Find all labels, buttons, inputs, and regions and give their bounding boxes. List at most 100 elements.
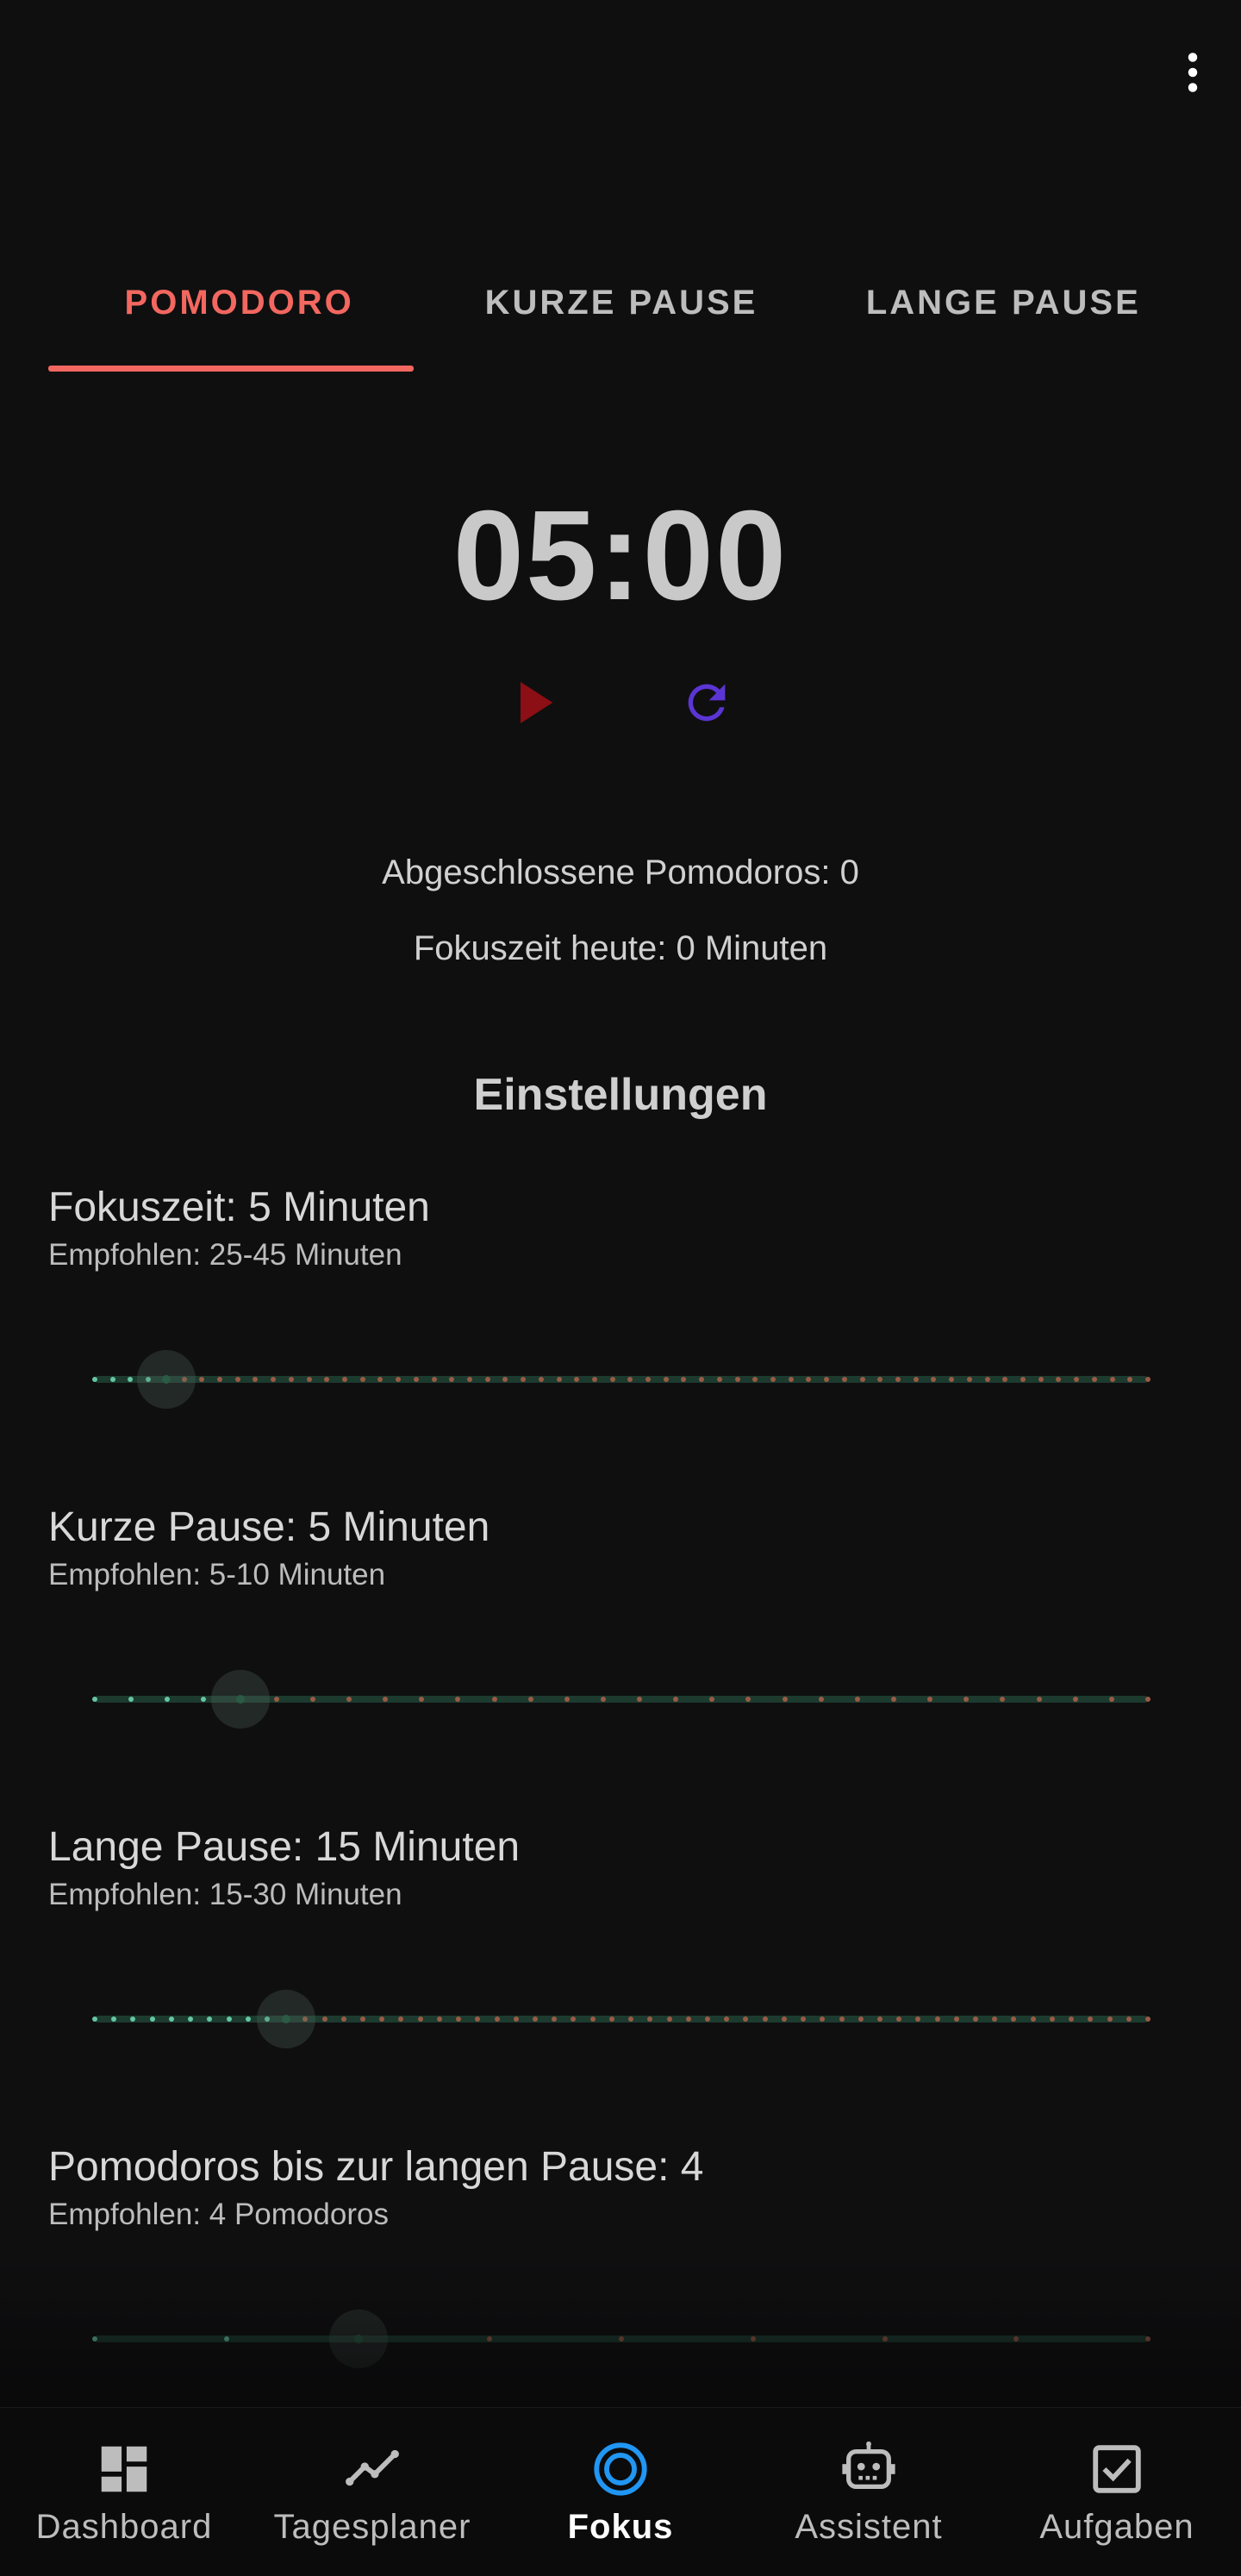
slider-tick	[1109, 1377, 1115, 1382]
slider-tick	[165, 1697, 171, 1702]
trend-line-icon	[346, 2449, 399, 2486]
slider-ticks	[92, 1345, 1151, 1414]
start-button[interactable]	[496, 668, 573, 737]
slider-tick	[704, 2016, 710, 2022]
slider-tick	[271, 1377, 277, 1382]
refresh-icon	[688, 684, 726, 722]
slider-tick	[685, 2016, 691, 2022]
slider-tick	[1074, 1377, 1080, 1382]
focus-today-text: Fokuszeit heute: 0 Minuten	[413, 929, 828, 967]
slider-tick	[877, 1377, 883, 1382]
slider-tick	[431, 1377, 437, 1382]
slider-tick	[931, 1377, 937, 1382]
slider-tick	[1036, 1697, 1042, 1702]
more-options-button[interactable]	[1151, 31, 1234, 114]
pomodoros-count-slider[interactable]	[92, 2304, 1151, 2373]
slider-thumb[interactable]	[257, 1990, 316, 2048]
slider-tick	[1107, 2016, 1113, 2022]
app-root: POMODORO KURZE PAUSE LANGE PAUSE 05:00 A…	[0, 0, 1241, 2576]
slider-tick	[1020, 1377, 1026, 1382]
slider-tick	[724, 2016, 730, 2022]
slider-tick	[273, 1697, 279, 1702]
slider-thumb[interactable]	[328, 2310, 388, 2368]
setting-label: Kurze Pause: 5 Minuten	[48, 1504, 490, 1550]
slider-tick	[574, 1377, 580, 1382]
slider-tick	[494, 2016, 500, 2022]
setting-label: Pomodoros bis zur langen Pause: 4	[48, 2144, 704, 2190]
slider-tick	[1011, 2016, 1017, 2022]
slider-tick	[673, 1697, 679, 1702]
nav-label: Dashboard	[35, 2508, 213, 2546]
slider-tick	[854, 1697, 860, 1702]
slider-tick	[782, 1697, 788, 1702]
slider-tick	[857, 2016, 864, 2022]
slider-tick	[666, 2016, 672, 2022]
slider-tick	[1038, 1377, 1044, 1382]
slider-thumb[interactable]	[136, 1350, 196, 1409]
short-break-slider[interactable]	[92, 1665, 1151, 1734]
slider-tick	[591, 1377, 597, 1382]
setting-hint: Empfohlen: 5-10 Minuten	[48, 1558, 386, 1591]
slider-tick	[1145, 2336, 1151, 2342]
slider-tick	[992, 2016, 998, 2022]
tab-short-break[interactable]: KURZE PAUSE	[430, 233, 812, 372]
dashboard-icon	[101, 2446, 147, 2492]
slider-tick	[770, 1377, 776, 1382]
nav-item-assistent[interactable]: Assistent	[745, 2408, 993, 2576]
focus-time-slider[interactable]	[92, 1345, 1151, 1414]
slider-ticks	[92, 2304, 1151, 2373]
nav-item-dashboard[interactable]: Dashboard	[0, 2408, 248, 2576]
slider-tick	[1013, 2336, 1020, 2342]
setting-pomodoros-until-long-break: Pomodoros bis zur langen Pause: 4 Empfoh…	[48, 2143, 1194, 2232]
slider-tick	[709, 1697, 715, 1702]
slider-tick	[589, 2016, 596, 2022]
tab-pomodoro[interactable]: POMODORO	[48, 233, 430, 372]
setting-label: Lange Pause: 15 Minuten	[48, 1824, 521, 1870]
slider-tick	[1145, 1697, 1151, 1702]
slider-tick	[647, 2016, 653, 2022]
slider-tick	[419, 1697, 425, 1702]
long-break-slider[interactable]	[92, 1985, 1151, 2054]
tab-long-break[interactable]: LANGE PAUSE	[813, 233, 1194, 372]
reset-button[interactable]	[668, 668, 745, 737]
nav-item-aufgaben[interactable]: Aufgaben	[993, 2408, 1241, 2576]
timer-display: 05:00	[452, 485, 789, 627]
slider-tick	[895, 1377, 901, 1382]
slider-thumb[interactable]	[210, 1670, 270, 1729]
play-icon	[521, 682, 553, 723]
slider-tick	[743, 2016, 749, 2022]
slider-tick	[128, 1377, 134, 1382]
slider-tick	[253, 1377, 259, 1382]
slider-tick	[360, 2016, 366, 2022]
slider-tick	[321, 2016, 327, 2022]
slider-tick	[527, 1697, 533, 1702]
slider-tick	[413, 1377, 419, 1382]
slider-tick	[449, 1377, 455, 1382]
slider-tick	[1127, 1377, 1133, 1382]
slider-tick	[223, 2336, 229, 2342]
slider-tick	[788, 1377, 794, 1382]
setting-hint: Empfohlen: 4 Pomodoros	[48, 2198, 389, 2231]
slider-tick	[1072, 1697, 1078, 1702]
slider-tick	[1088, 2016, 1094, 2022]
slider-tick	[216, 1377, 222, 1382]
slider-tick	[130, 2016, 136, 2022]
slider-tick	[487, 2336, 493, 2342]
slider-tick	[896, 2016, 902, 2022]
slider-tick	[750, 2336, 756, 2342]
slider-tick	[681, 1377, 687, 1382]
slider-tick	[627, 1377, 633, 1382]
slider-tick	[92, 2016, 97, 2022]
slider-tick	[913, 1377, 919, 1382]
more-vert-icon	[1188, 53, 1198, 92]
slider-tick	[963, 1697, 970, 1702]
nav-item-fokus[interactable]: Fokus	[496, 2408, 745, 2576]
slider-tick	[309, 1697, 315, 1702]
slider-ticks	[92, 1985, 1151, 2054]
robot-icon	[842, 2441, 895, 2490]
slider-tick	[841, 1377, 847, 1382]
nav-item-tagesplaner[interactable]: Tagesplaner	[248, 2408, 496, 2576]
slider-tick	[306, 1377, 312, 1382]
checkbox-icon	[1093, 2445, 1141, 2493]
slider-tick	[745, 1697, 751, 1702]
